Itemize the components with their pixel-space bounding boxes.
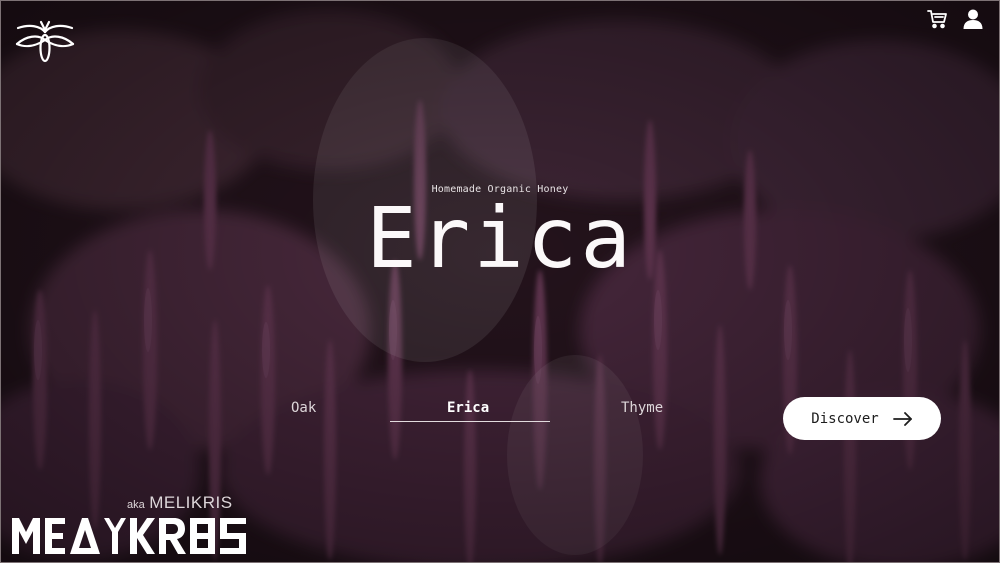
brand-wordmark-logo[interactable] <box>12 514 252 556</box>
hero-title: Erica <box>366 189 634 287</box>
variety-tab-thyme[interactable]: Thyme <box>621 400 663 416</box>
aka-prefix: aka <box>127 499 145 511</box>
variety-tab-erica[interactable]: Erica <box>447 400 489 416</box>
selected-variety-indicator <box>390 421 550 422</box>
cart-icon[interactable] <box>926 8 948 30</box>
aka-name: MELIKRIS <box>149 493 233 512</box>
bee-logo-icon[interactable] <box>14 14 76 68</box>
discover-button[interactable]: Discover <box>783 397 941 440</box>
aka-caption: aka MELIKRIS <box>127 493 233 513</box>
discover-button-label: Discover <box>811 410 879 427</box>
hero-section: Homemade Organic Honey Erica Oak Erica T… <box>0 0 1000 563</box>
user-icon[interactable] <box>962 8 984 30</box>
arrow-right-icon <box>892 411 912 426</box>
variety-tab-oak[interactable]: Oak <box>291 400 316 416</box>
